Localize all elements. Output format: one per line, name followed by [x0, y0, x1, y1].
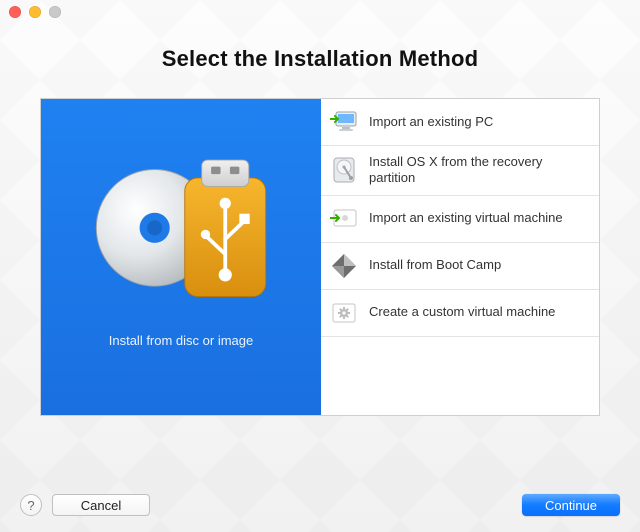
import-vm-icon: [329, 204, 359, 234]
options-list-filler: [321, 337, 599, 416]
close-window-icon[interactable]: [9, 6, 21, 18]
disc-usb-icon: [86, 145, 276, 305]
method-panel: Install from disc or image Import an exi…: [40, 98, 600, 416]
option-boot-camp[interactable]: Install from Boot Camp: [321, 243, 599, 290]
option-label: Install OS X from the recovery partition: [369, 154, 587, 187]
option-import-vm[interactable]: Import an existing virtual machine: [321, 196, 599, 243]
page-title: Select the Installation Method: [0, 46, 640, 72]
dialog-footer: ? Cancel Continue: [0, 481, 640, 532]
option-custom-vm[interactable]: Create a custom virtual machine: [321, 290, 599, 337]
option-import-pc[interactable]: Import an existing PC: [321, 99, 599, 146]
option-label: Install from Boot Camp: [369, 257, 501, 273]
maximize-window-icon: [49, 6, 61, 18]
option-label: Import an existing PC: [369, 114, 493, 130]
help-button[interactable]: ?: [20, 494, 42, 516]
cancel-button[interactable]: Cancel: [52, 494, 150, 516]
continue-button[interactable]: Continue: [522, 494, 620, 516]
option-recovery-partition[interactable]: Install OS X from the recovery partition: [321, 146, 599, 196]
custom-vm-icon: [329, 298, 359, 328]
minimize-window-icon[interactable]: [29, 6, 41, 18]
primary-option-label: Install from disc or image: [109, 333, 254, 348]
option-label: Import an existing virtual machine: [369, 210, 563, 226]
options-list: Import an existing PC Install OS X from …: [321, 99, 599, 415]
import-pc-icon: [329, 107, 359, 137]
option-label: Create a custom virtual machine: [369, 304, 555, 320]
page-header: Select the Installation Method: [0, 24, 640, 98]
window-titlebar: [0, 0, 640, 24]
primary-option[interactable]: Install from disc or image: [41, 99, 321, 415]
bootcamp-icon: [329, 251, 359, 281]
hdd-icon: [329, 155, 359, 185]
